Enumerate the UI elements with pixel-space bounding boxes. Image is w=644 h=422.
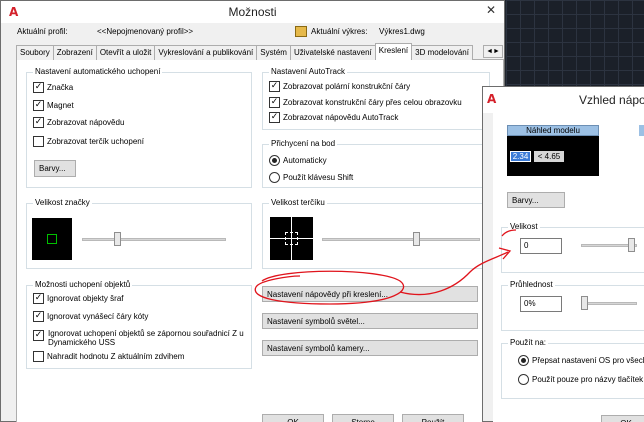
annotation-ellipse: [254, 270, 405, 305]
red-annotation-overlay: [254, 229, 517, 305]
annotation-input-outline: [501, 229, 517, 237]
annotation-arrow-line: [399, 251, 509, 296]
